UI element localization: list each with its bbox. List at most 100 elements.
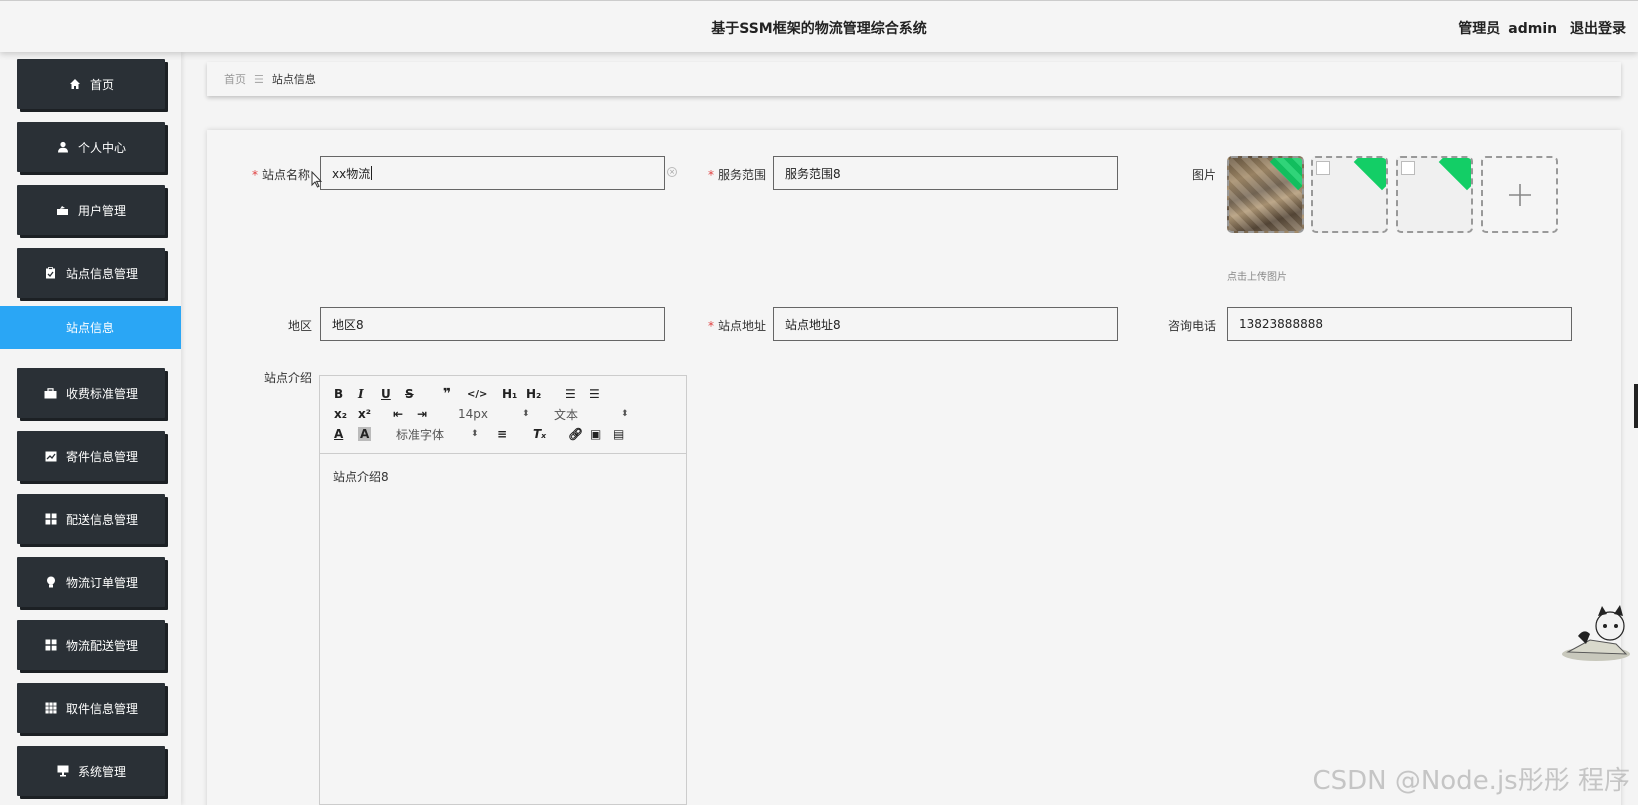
- sidebar-item-label: 取件信息管理: [65, 701, 138, 716]
- grid-icon: [44, 512, 58, 526]
- sidebar-item-profile[interactable]: 个人中心: [17, 122, 165, 172]
- sidebar-item-pickup-info[interactable]: 取件信息管理: [17, 683, 165, 733]
- sidebar-item-logistics-delivery[interactable]: 物流配送管理: [17, 620, 165, 670]
- indent-icon[interactable]: ⇥: [417, 407, 427, 421]
- editor-toolbar: B I U S ❞ </> H₁ H₂ ☰ ☰ x₂ x² ⇤ ⇥ 14px ⬍…: [320, 376, 686, 454]
- upload-hint: 点击上传图片: [1227, 272, 1287, 283]
- breadcrumb-separator-icon: ☰: [254, 72, 264, 86]
- required-mark: *: [707, 168, 714, 182]
- broken-image-icon: [1316, 161, 1330, 175]
- outdent-icon[interactable]: ⇤: [393, 407, 403, 421]
- required-mark: *: [707, 319, 714, 333]
- user-role: 管理员: [1458, 21, 1501, 37]
- uploaded-image-thumbnail[interactable]: [1311, 156, 1388, 233]
- editor-content[interactable]: 站点介绍8: [320, 454, 686, 499]
- user-name: admin: [1508, 21, 1558, 37]
- phone-label: 咨询电话: [1167, 319, 1216, 333]
- station-address-label: * 站点地址: [707, 319, 766, 333]
- sidebar-item-logistics-order[interactable]: 物流订单管理: [17, 557, 165, 607]
- sidebar-item-home[interactable]: 首页: [17, 59, 165, 109]
- sidebar-subitem-station-info[interactable]: 站点信息: [0, 306, 181, 349]
- user-area: 管理员 admin 退出登录: [1450, 18, 1626, 38]
- sidebar-item-users[interactable]: 用户管理: [17, 185, 165, 235]
- sidebar: 首页 个人中心 用户管理 站点信息管理 站点信息 收费标准管理 寄件信息管理 配…: [0, 52, 181, 805]
- heading2-icon[interactable]: H₂: [526, 387, 541, 401]
- sidebar-item-send-info[interactable]: 寄件信息管理: [17, 431, 165, 481]
- region-input[interactable]: 地区8: [320, 307, 665, 341]
- lightbulb-icon: [44, 575, 58, 589]
- breadcrumb: 首页 ☰ 站点信息: [207, 62, 1621, 96]
- bullet-list-icon[interactable]: ☰: [589, 387, 600, 401]
- sidebar-item-label: 寄件信息管理: [65, 449, 138, 464]
- sidebar-item-station-manage[interactable]: 站点信息管理: [17, 248, 165, 298]
- logout-button[interactable]: 退出登录: [1570, 21, 1626, 37]
- sidebar-item-system[interactable]: 系统管理: [17, 746, 165, 796]
- clipboard-icon: [44, 266, 58, 280]
- heading1-icon[interactable]: H₁: [502, 387, 517, 401]
- chevron-updown-icon: ⬍: [621, 409, 629, 419]
- uploaded-image-thumbnail[interactable]: [1396, 156, 1473, 233]
- service-area-input[interactable]: 服务范围8: [773, 156, 1118, 190]
- sidebar-item-label: 站点信息管理: [65, 266, 138, 281]
- rich-text-editor: B I U S ❞ </> H₁ H₂ ☰ ☰ x₂ x² ⇤ ⇥ 14px ⬍…: [319, 375, 687, 805]
- plus-icon: [1508, 183, 1531, 206]
- chevron-updown-icon: ⬍: [471, 429, 479, 439]
- mascot-icon: [1562, 605, 1630, 661]
- station-name-input[interactable]: xx物流: [320, 156, 665, 190]
- sidebar-item-label: 首页: [89, 77, 114, 92]
- sidebar-item-fee-standard[interactable]: 收费标准管理: [17, 368, 165, 418]
- upload-success-corner: [1438, 158, 1471, 191]
- sidebar-item-label: 收费标准管理: [65, 386, 138, 401]
- mouse-cursor-icon: [311, 171, 322, 188]
- required-mark: *: [251, 168, 258, 182]
- station-name-label: * 站点名称: [251, 168, 310, 182]
- italic-icon[interactable]: I: [358, 387, 364, 401]
- home-icon: [68, 77, 82, 91]
- blockquote-icon[interactable]: ❞: [443, 386, 451, 402]
- sidebar-item-label: 系统管理: [77, 764, 126, 779]
- scrollbar-handle[interactable]: [1634, 384, 1638, 428]
- image-icon[interactable]: ▣: [590, 427, 601, 441]
- briefcase-icon: [44, 386, 58, 400]
- user-manage-icon: [56, 203, 70, 217]
- code-icon[interactable]: </>: [467, 387, 487, 401]
- upload-success-corner: [1353, 158, 1386, 191]
- font-color-icon[interactable]: A: [334, 427, 343, 441]
- background-color-icon[interactable]: A: [358, 427, 372, 441]
- watermark: CSDN @Node.js彤彤 程序: [1312, 766, 1630, 796]
- block-type-select[interactable]: 文本: [554, 407, 578, 422]
- font-family-select[interactable]: 标准字体: [396, 427, 444, 442]
- submenu-label: 站点信息: [66, 321, 115, 335]
- sidebar-item-delivery-info[interactable]: 配送信息管理: [17, 494, 165, 544]
- superscript-icon[interactable]: x²: [358, 407, 371, 421]
- app-title: 基于SSM框架的物流管理综合系统: [711, 21, 927, 37]
- sidebar-item-label: 配送信息管理: [65, 512, 138, 527]
- region-label: 地区: [287, 319, 312, 333]
- uploaded-image-thumbnail[interactable]: [1227, 156, 1304, 233]
- grid-icon: [44, 638, 58, 652]
- phone-input[interactable]: 13823888888: [1227, 307, 1572, 341]
- align-icon[interactable]: ≡: [497, 427, 507, 441]
- top-bar: 基于SSM框架的物流管理综合系统 管理员 admin 退出登录: [0, 0, 1638, 52]
- chevron-updown-icon: ⬍: [522, 409, 530, 419]
- service-area-label: * 服务范围: [707, 168, 766, 182]
- breadcrumb-home[interactable]: 首页: [224, 71, 246, 87]
- underline-icon[interactable]: U: [381, 387, 391, 401]
- image-upload-button[interactable]: [1481, 156, 1558, 233]
- subscript-icon[interactable]: x₂: [334, 407, 347, 421]
- link-icon[interactable]: 🔗︎: [568, 427, 583, 441]
- strikethrough-icon[interactable]: S: [405, 387, 414, 401]
- sidebar-item-label: 物流配送管理: [65, 638, 138, 653]
- font-size-select[interactable]: 14px: [458, 407, 488, 421]
- clear-format-icon[interactable]: Tₓ: [533, 427, 546, 441]
- sidebar-item-label: 个人中心: [77, 140, 126, 155]
- table-icon: [44, 701, 58, 715]
- clear-icon[interactable]: ×: [667, 167, 677, 177]
- upload-success-corner: [1269, 158, 1302, 191]
- image-label: 图片: [1191, 168, 1216, 182]
- ordered-list-icon[interactable]: ☰: [565, 387, 576, 401]
- sidebar-item-label: 物流订单管理: [65, 575, 138, 590]
- station-address-input[interactable]: 站点地址8: [773, 307, 1118, 341]
- video-icon[interactable]: ▤: [613, 427, 624, 441]
- bold-icon[interactable]: B: [334, 387, 343, 401]
